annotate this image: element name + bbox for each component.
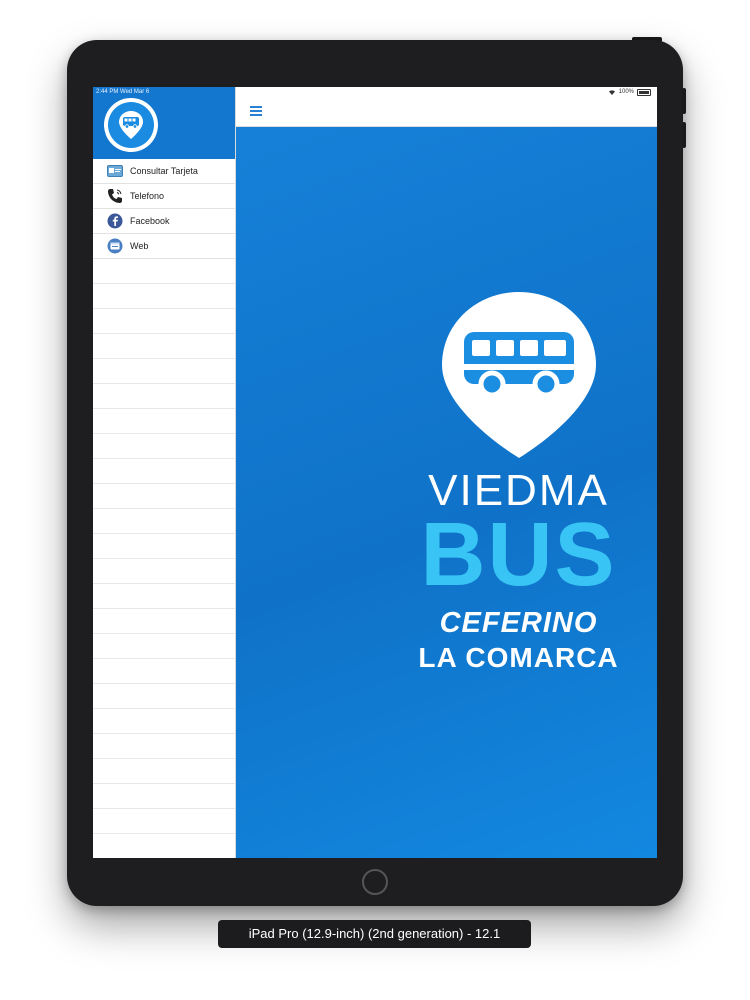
empty-row	[93, 734, 235, 759]
status-time: 2:44 PM Wed Mar 6	[96, 89, 150, 95]
phone-icon	[106, 187, 124, 205]
menu-item-label: Consultar Tarjeta	[130, 166, 198, 176]
empty-row	[93, 434, 235, 459]
volume-up-button	[682, 88, 686, 114]
empty-row	[93, 634, 235, 659]
simulator-device-label: iPad Pro (12.9-inch) (2nd generation) - …	[218, 920, 531, 948]
empty-row	[93, 609, 235, 634]
empty-row	[93, 559, 235, 584]
volume-down-button	[682, 122, 686, 148]
wifi-icon	[608, 90, 615, 95]
menu-item-telefono[interactable]: Telefono	[93, 184, 235, 209]
status-indicators: 100%	[608, 87, 651, 97]
status-bar: 2:44 PM Wed Mar 6 100%	[93, 87, 657, 97]
empty-row	[93, 784, 235, 809]
menu-item-label: Facebook	[130, 216, 170, 226]
empty-row	[93, 284, 235, 309]
facebook-icon	[106, 212, 124, 230]
menu-item-web[interactable]: Web	[93, 234, 235, 259]
brand-la-comarca: LA COMARCA	[418, 642, 619, 673]
empty-row	[93, 659, 235, 684]
side-menu-list: Consultar Tarjeta Telefono Facebook Web	[93, 159, 235, 834]
side-menu: Consultar Tarjeta Telefono Facebook Web	[93, 87, 236, 858]
home-button[interactable]	[362, 869, 388, 895]
side-menu-header	[93, 87, 235, 159]
empty-row	[93, 684, 235, 709]
app-screen: 2:44 PM Wed Mar 6 100% Consultar Tarjeta…	[93, 87, 657, 858]
app-logo-avatar	[104, 98, 158, 152]
menu-item-consultar-tarjeta[interactable]: Consultar Tarjeta	[93, 159, 235, 184]
empty-row	[93, 459, 235, 484]
empty-row	[93, 334, 235, 359]
splash-screen: VIEDMA BUS CEFERINO LA COMARCA	[236, 127, 657, 858]
empty-row	[93, 759, 235, 784]
empty-row	[93, 309, 235, 334]
battery-icon	[637, 88, 651, 96]
menu-item-facebook[interactable]: Facebook	[93, 209, 235, 234]
brand-ceferino: CEFERINO	[439, 607, 598, 639]
empty-row	[93, 384, 235, 409]
empty-row	[93, 509, 235, 534]
empty-row	[93, 584, 235, 609]
menu-item-label: Web	[130, 241, 149, 251]
web-icon	[106, 237, 124, 255]
empty-row	[93, 484, 235, 509]
menu-item-label: Telefono	[130, 191, 165, 201]
hamburger-icon[interactable]	[250, 106, 262, 116]
card-icon	[106, 162, 124, 180]
empty-row	[93, 534, 235, 559]
empty-row	[93, 709, 235, 734]
empty-row	[93, 809, 235, 834]
bus-pin-logo-icon	[442, 292, 596, 458]
bus-pin-icon	[119, 111, 143, 139]
empty-row	[93, 409, 235, 434]
empty-row	[93, 359, 235, 384]
empty-row	[93, 259, 235, 284]
brand-bus: BUS	[420, 505, 617, 605]
battery-percent: 100%	[618, 89, 634, 95]
